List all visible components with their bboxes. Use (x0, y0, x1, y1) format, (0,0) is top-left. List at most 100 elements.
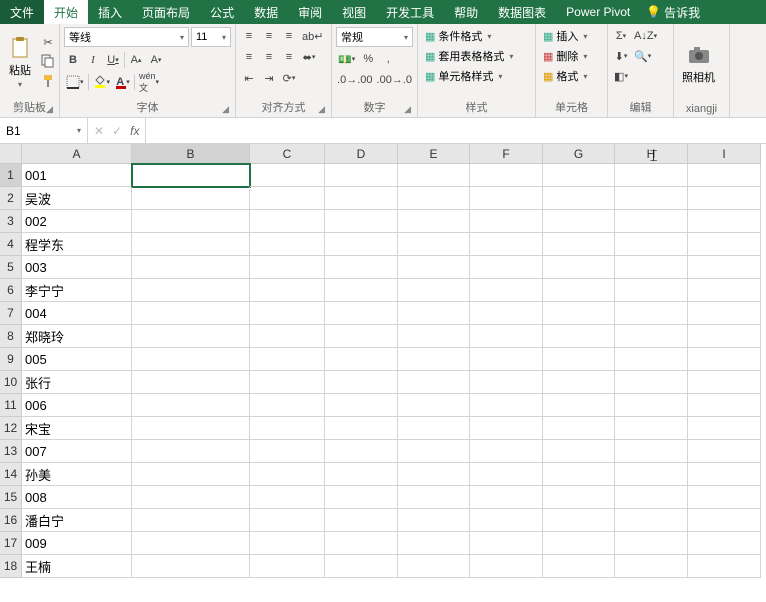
cell[interactable] (398, 256, 470, 279)
cell[interactable]: 001 (22, 164, 132, 187)
cell[interactable] (250, 509, 325, 532)
cell[interactable] (132, 463, 250, 486)
cell[interactable] (132, 394, 250, 417)
cell[interactable] (543, 509, 615, 532)
cell[interactable] (398, 463, 470, 486)
row-header[interactable]: 8 (0, 325, 22, 348)
cell[interactable] (325, 325, 398, 348)
tab-help[interactable]: 帮助 (444, 0, 488, 24)
cell[interactable]: 潘白宁 (22, 509, 132, 532)
cell[interactable] (543, 371, 615, 394)
alignment-launcher-icon[interactable]: ◢ (318, 104, 325, 115)
cell[interactable] (615, 348, 688, 371)
cell[interactable] (688, 486, 761, 509)
tab-page-layout[interactable]: 页面布局 (132, 0, 200, 24)
cell[interactable] (688, 417, 761, 440)
cell[interactable] (325, 233, 398, 256)
row-header[interactable]: 16 (0, 509, 22, 532)
cell-styles-button[interactable]: ▦单元格样式▾ (422, 67, 531, 85)
cell[interactable] (543, 210, 615, 233)
row-header[interactable]: 5 (0, 256, 22, 279)
cell[interactable] (398, 302, 470, 325)
align-right-button[interactable]: ≡ (280, 48, 298, 66)
cell[interactable] (688, 371, 761, 394)
font-name-combo[interactable]: 等线▾ (64, 27, 189, 47)
cell[interactable] (615, 371, 688, 394)
cell[interactable] (688, 555, 761, 578)
align-left-button[interactable]: ≡ (240, 48, 258, 66)
cell[interactable] (325, 440, 398, 463)
number-launcher-icon[interactable]: ◢ (404, 104, 411, 115)
cell[interactable] (615, 233, 688, 256)
cell[interactable] (543, 325, 615, 348)
column-header[interactable]: A (22, 144, 132, 164)
cell[interactable] (132, 279, 250, 302)
cell[interactable] (325, 417, 398, 440)
column-header[interactable]: I (688, 144, 761, 164)
column-header[interactable]: C (250, 144, 325, 164)
cell[interactable] (615, 187, 688, 210)
cell[interactable] (325, 279, 398, 302)
increase-indent-button[interactable]: ⇥ (260, 69, 278, 87)
column-header[interactable]: F (470, 144, 543, 164)
cell[interactable] (250, 233, 325, 256)
column-header[interactable]: G (543, 144, 615, 164)
decrease-decimal-button[interactable]: .00→.0 (376, 71, 414, 89)
cell[interactable] (615, 164, 688, 187)
cell[interactable] (543, 233, 615, 256)
row-header[interactable]: 2 (0, 187, 22, 210)
cell[interactable] (132, 256, 250, 279)
cell[interactable]: 007 (22, 440, 132, 463)
cell[interactable] (543, 486, 615, 509)
autosum-button[interactable]: Σ▾ (612, 27, 630, 45)
cell[interactable] (398, 394, 470, 417)
cell[interactable] (398, 325, 470, 348)
align-top-button[interactable]: ≡ (240, 27, 258, 45)
row-header[interactable]: 11 (0, 394, 22, 417)
cell[interactable]: 009 (22, 532, 132, 555)
row-header[interactable]: 1 (0, 164, 22, 187)
cell[interactable] (470, 256, 543, 279)
cell[interactable] (132, 509, 250, 532)
cell[interactable] (132, 555, 250, 578)
cell[interactable] (132, 164, 250, 187)
phonetic-button[interactable]: wén文▾ (137, 73, 161, 91)
cell[interactable] (325, 348, 398, 371)
sort-filter-button[interactable]: A↓Z▾ (632, 27, 659, 45)
format-as-table-button[interactable]: ▦套用表格格式▾ (422, 47, 531, 65)
cell[interactable] (132, 325, 250, 348)
cell[interactable] (543, 302, 615, 325)
cell[interactable] (615, 532, 688, 555)
italic-button[interactable]: I (84, 51, 102, 69)
cell[interactable] (543, 417, 615, 440)
row-header[interactable]: 14 (0, 463, 22, 486)
cell[interactable] (470, 417, 543, 440)
cell[interactable] (470, 164, 543, 187)
cell[interactable] (325, 532, 398, 555)
cell[interactable]: 吴波 (22, 187, 132, 210)
underline-button[interactable]: U▾ (104, 51, 122, 69)
cell[interactable] (688, 348, 761, 371)
cell[interactable] (615, 256, 688, 279)
cell[interactable] (250, 463, 325, 486)
row-header[interactable]: 15 (0, 486, 22, 509)
cell[interactable] (250, 555, 325, 578)
cell[interactable] (615, 463, 688, 486)
insert-function-button[interactable]: fx (130, 124, 139, 138)
cell[interactable] (132, 348, 250, 371)
format-cells-button[interactable]: ▦格式▾ (540, 67, 603, 85)
cell[interactable] (543, 440, 615, 463)
fill-button[interactable]: ⬇▾ (612, 47, 630, 65)
shrink-font-button[interactable]: A▾ (147, 51, 165, 69)
cell[interactable] (398, 555, 470, 578)
insert-cells-button[interactable]: ▦插入▾ (540, 27, 603, 45)
cell[interactable]: 002 (22, 210, 132, 233)
cell[interactable]: 004 (22, 302, 132, 325)
cell[interactable] (398, 509, 470, 532)
cell[interactable] (470, 233, 543, 256)
cell[interactable] (470, 210, 543, 233)
cell[interactable] (470, 348, 543, 371)
cell[interactable] (470, 187, 543, 210)
tab-data[interactable]: 数据 (244, 0, 288, 24)
cell[interactable] (615, 555, 688, 578)
